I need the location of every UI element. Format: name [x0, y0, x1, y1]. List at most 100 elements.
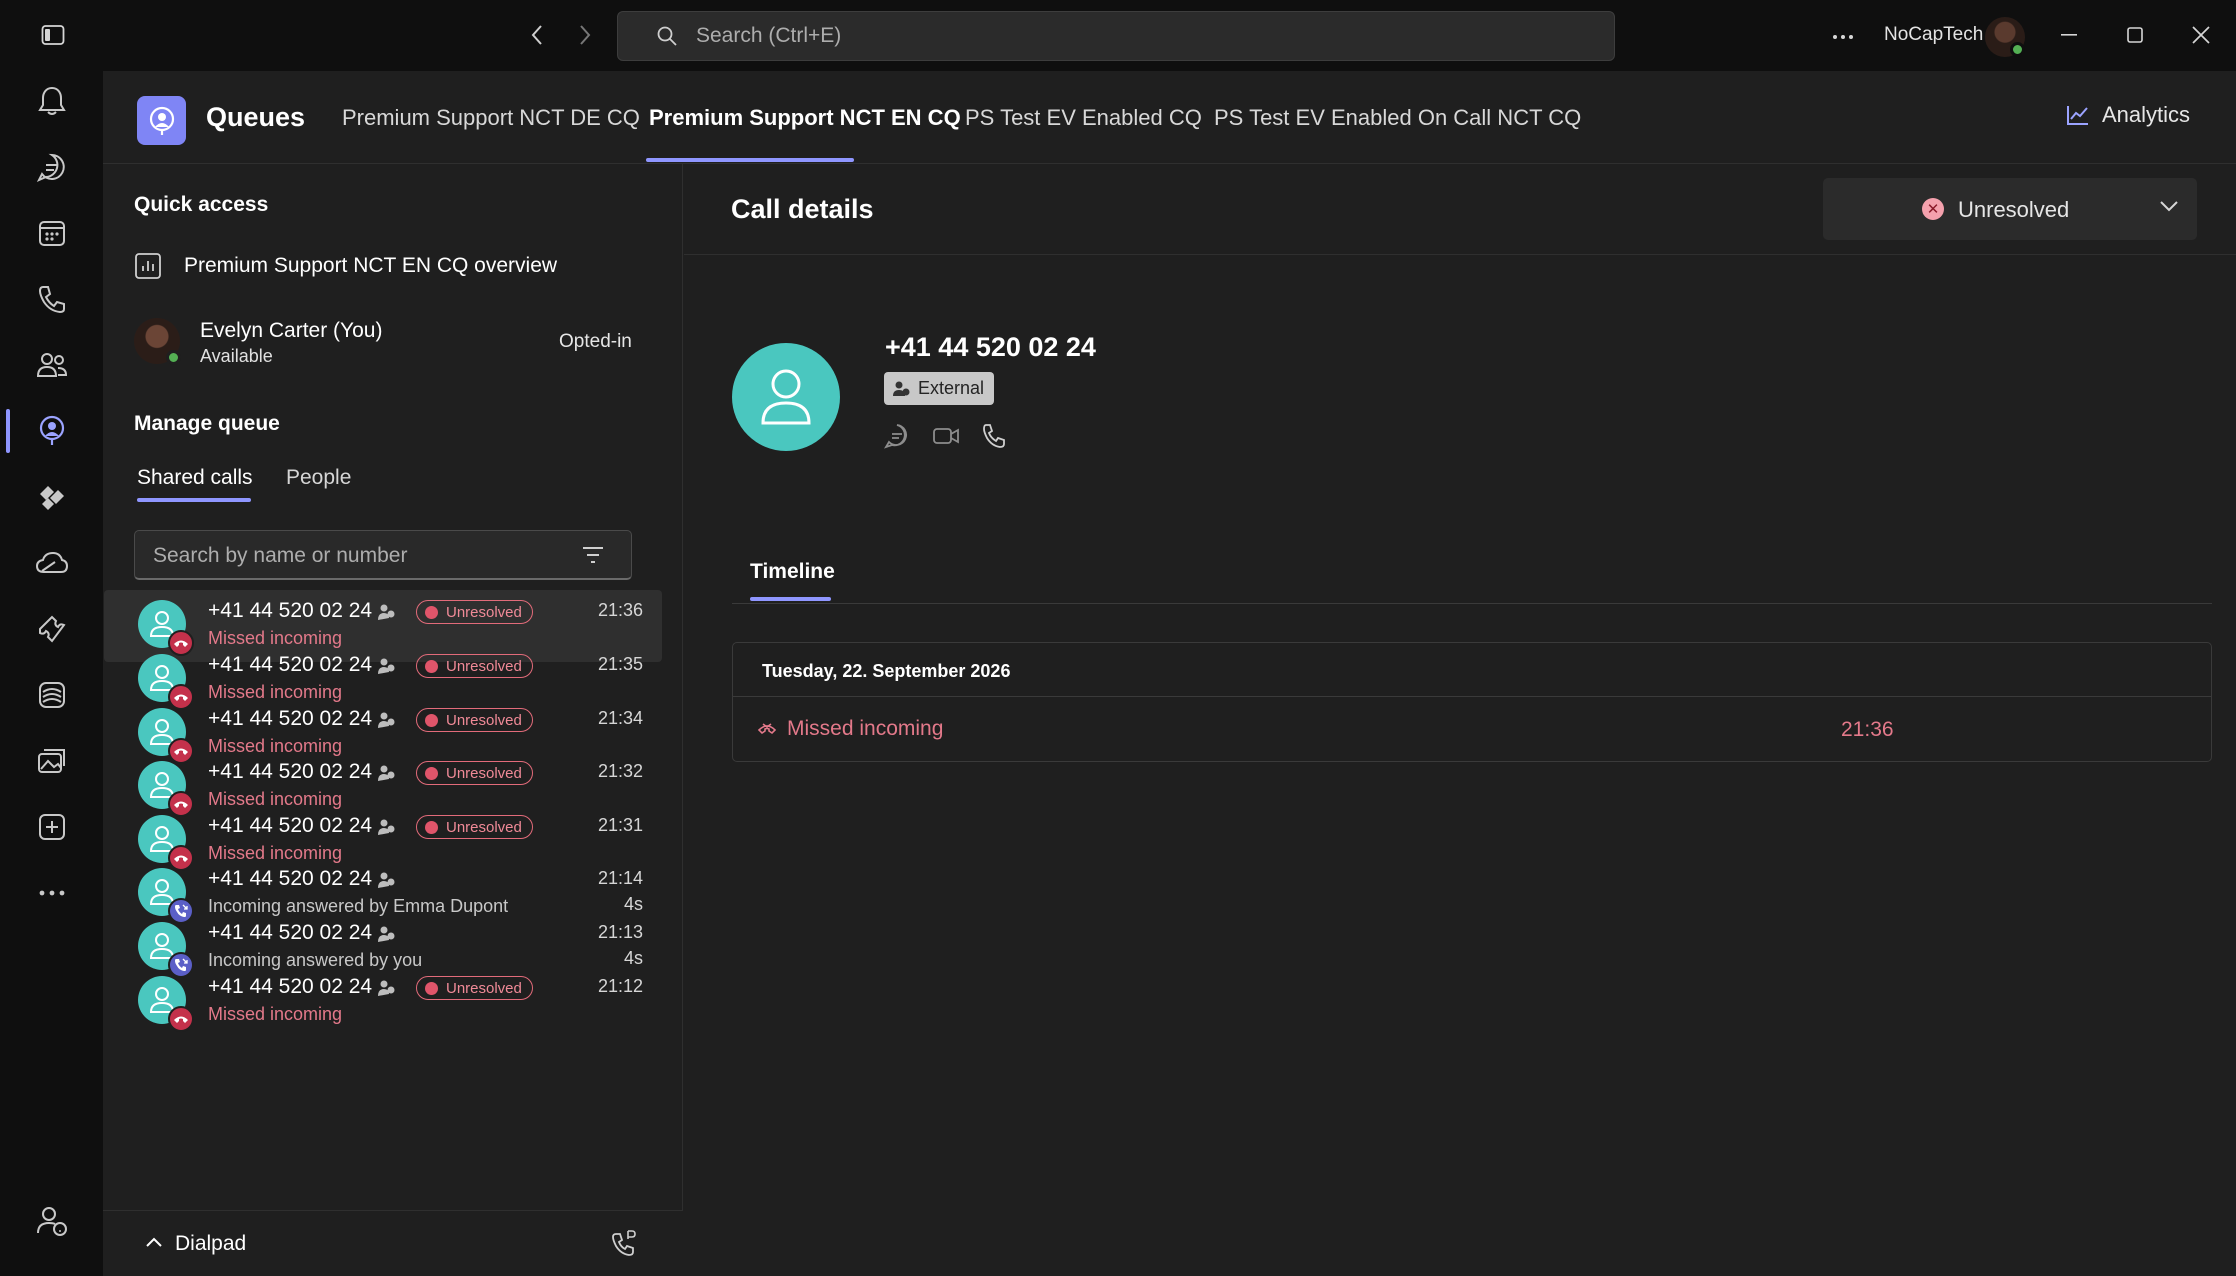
status-dropdown[interactable]: ✕ Unresolved [1823, 178, 2197, 240]
status-badge-label: Unresolved [446, 603, 522, 621]
call-park-icon[interactable] [611, 1229, 637, 1257]
gallery-icon[interactable] [0, 731, 103, 791]
queues-icon[interactable] [0, 401, 103, 461]
people-icon[interactable] [0, 335, 103, 395]
dialpad-bar[interactable]: Dialpad [103, 1210, 683, 1276]
unresolved-status-icon: ✕ [1922, 198, 1944, 220]
missed-call-icon [757, 720, 777, 738]
tab-timeline[interactable]: Timeline [750, 560, 835, 584]
onedrive-icon[interactable] [0, 533, 103, 593]
external-user-icon [376, 656, 396, 676]
status-badge-label: Unresolved [446, 764, 522, 782]
external-user-icon [376, 924, 396, 944]
status-badge: Unresolved [416, 708, 533, 732]
call-search-placeholder: Search by name or number [153, 544, 408, 567]
tab-people[interactable]: People [286, 466, 351, 490]
call-search-input[interactable]: Search by name or number [134, 530, 632, 580]
call-number: +41 44 520 02 24 [208, 921, 373, 944]
caller-number: +41 44 520 02 24 [885, 332, 1096, 362]
status-badge: Unresolved [416, 600, 533, 624]
back-icon[interactable] [522, 20, 552, 50]
help-icon[interactable] [0, 1191, 103, 1251]
activity-icon[interactable] [0, 71, 103, 131]
external-user-icon [376, 602, 396, 622]
report-icon [134, 252, 162, 280]
external-user-icon [892, 380, 910, 398]
sidebar-toggle-icon[interactable] [38, 20, 68, 50]
forward-icon[interactable] [570, 20, 600, 50]
overview-label: Premium Support NCT EN CQ overview [184, 254, 558, 277]
chat-icon[interactable] [884, 423, 910, 449]
timeline-entry-label: Missed incoming [787, 717, 944, 740]
unresolved-dot-icon [425, 713, 438, 727]
agent-status: Available [200, 346, 273, 366]
dialpad-label: Dialpad [175, 1232, 247, 1255]
status-badge-label: Unresolved [446, 657, 522, 675]
app-title: Queues [206, 102, 306, 132]
call-number: +41 44 520 02 24 [208, 653, 373, 676]
external-tag: External [884, 372, 995, 405]
external-tag-label: External [918, 378, 985, 398]
minimize-icon[interactable] [2054, 20, 2084, 50]
timeline-separator [733, 696, 2211, 697]
tab-premium-support-de[interactable]: Premium Support NCT DE CQ [342, 105, 640, 131]
analytics-label: Analytics [2102, 102, 2191, 127]
search-icon [656, 25, 678, 47]
calls-icon[interactable] [0, 269, 103, 329]
global-search-input[interactable]: Search (Ctrl+E) [617, 11, 1615, 61]
audio-call-icon[interactable] [981, 423, 1007, 449]
more-options-icon[interactable] [1828, 22, 1858, 52]
unresolved-dot-icon [425, 659, 438, 673]
agent-presence-icon [166, 350, 181, 365]
status-badge-label: Unresolved [446, 818, 522, 836]
unresolved-dot-icon [425, 605, 438, 619]
manage-queue-title: Manage queue [134, 412, 280, 435]
video-call-icon[interactable] [932, 423, 960, 449]
active-tab-indicator [646, 158, 854, 162]
call-time: 21:31 [597, 815, 643, 835]
external-user-icon [376, 763, 396, 783]
external-user-icon [376, 978, 396, 998]
viva-icon[interactable] [0, 467, 103, 527]
status-badge: Unresolved [416, 654, 533, 678]
chat-icon[interactable] [0, 137, 103, 197]
maximize-icon[interactable] [2120, 20, 2150, 50]
call-number: +41 44 520 02 24 [208, 867, 373, 890]
call-details-panel: Call details ✕ Unresolved +41 44 520 02 … [684, 164, 2236, 1276]
call-time: 21:35 [597, 654, 643, 674]
queues-logo-icon [137, 96, 186, 145]
timeline-date: Tuesday, 22. September 2026 [762, 661, 1011, 681]
call-time: 21:34 [597, 708, 643, 728]
status-badge: Unresolved [416, 761, 533, 785]
call-list-item[interactable]: +41 44 520 02 24 Unresolved Missed incomin… [104, 966, 662, 1038]
more-apps-icon[interactable] [0, 863, 103, 923]
viva-learning-icon[interactable] [0, 665, 103, 725]
call-description: Missed incoming [208, 1004, 343, 1024]
opt-status[interactable]: Opted-in [559, 331, 632, 353]
analytics-button[interactable]: Analytics [2066, 102, 2190, 128]
external-user-icon [376, 870, 396, 890]
call-time: 21:12 [597, 976, 643, 996]
tab-shared-calls[interactable]: Shared calls [137, 466, 253, 490]
call-number: +41 44 520 02 24 [208, 760, 373, 783]
tab-premium-support-en[interactable]: Premium Support NCT EN CQ [649, 105, 961, 131]
close-icon[interactable] [2186, 20, 2216, 50]
tab-ps-test-ev-on-call[interactable]: PS Test EV Enabled On Call NCT CQ [1214, 105, 1581, 131]
timeline-entry-time: 21:36 [1841, 718, 1894, 741]
timeline-entry[interactable]: Missed incoming [757, 717, 943, 741]
unresolved-dot-icon [425, 981, 438, 995]
calendar-icon[interactable] [0, 203, 103, 263]
status-dropdown-label: Unresolved [1958, 197, 2070, 222]
active-subtab-indicator [137, 498, 251, 502]
tickets-icon[interactable] [0, 599, 103, 659]
tab-ps-test-ev[interactable]: PS Test EV Enabled CQ [965, 105, 1202, 131]
timeline-divider [732, 603, 2212, 604]
call-details-header: Call details ✕ Unresolved [684, 164, 2236, 255]
status-badge: Unresolved [416, 815, 533, 839]
add-apps-icon[interactable] [0, 797, 103, 857]
queue-overview-link[interactable]: Premium Support NCT EN CQ overview [134, 252, 557, 280]
chevron-up-icon [145, 1236, 163, 1248]
analytics-icon [2066, 104, 2090, 126]
timeline-card: Tuesday, 22. September 2026 Missed incom… [732, 642, 2212, 762]
filter-icon[interactable] [581, 544, 605, 566]
